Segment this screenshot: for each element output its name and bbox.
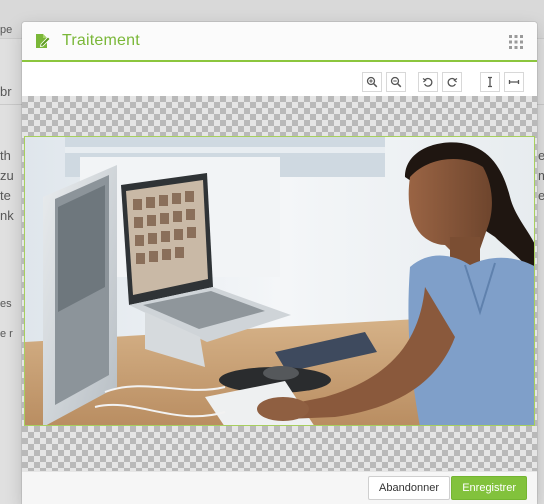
flip-vertical-icon	[488, 76, 492, 88]
flip-group	[480, 72, 528, 92]
modal-footer: Abandonner Enregistrer	[22, 471, 537, 504]
rotate-right-button[interactable]	[442, 72, 462, 92]
zoom-in-button[interactable]	[362, 72, 382, 92]
rotate-left-icon	[422, 77, 433, 87]
flip-horizontal-button[interactable]	[504, 72, 524, 92]
cancel-button[interactable]: Abandonner	[368, 476, 450, 500]
modal-title: Traitement	[62, 32, 140, 49]
flip-vertical-button[interactable]	[480, 72, 500, 92]
modal-header: Traitement	[22, 22, 537, 62]
flip-horizontal-icon	[508, 80, 520, 84]
image-toolbar	[22, 62, 537, 97]
zoom-in-icon	[366, 76, 378, 88]
zoom-out-button[interactable]	[386, 72, 406, 92]
image-canvas[interactable]	[22, 96, 537, 471]
save-button[interactable]: Enregistrer	[451, 476, 527, 500]
image-editor-modal: Traitement Abandonner Enregistrer	[22, 22, 537, 504]
rotate-right-icon	[447, 77, 458, 87]
document-edit-icon	[34, 33, 51, 49]
rotate-group	[418, 72, 466, 92]
grid-icon[interactable]	[509, 35, 523, 49]
zoom-group	[362, 72, 410, 92]
woman-at-computer-photo[interactable]	[24, 136, 535, 426]
zoom-out-icon	[390, 76, 402, 88]
photo-illustration	[25, 137, 534, 425]
rotate-left-button[interactable]	[418, 72, 438, 92]
